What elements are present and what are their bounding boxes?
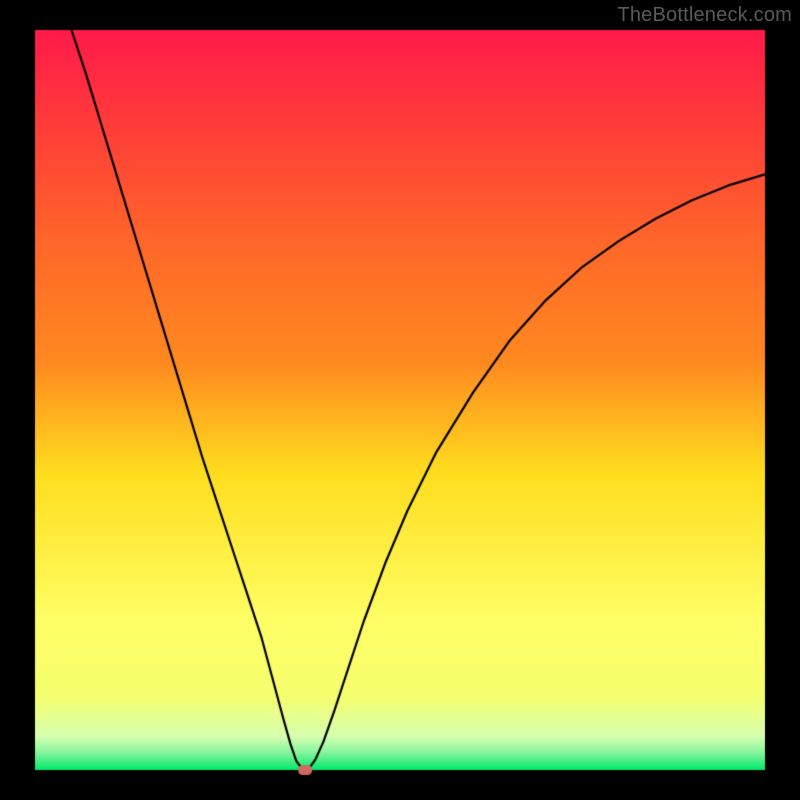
bottleneck-chart-canvas	[0, 0, 800, 800]
chart-container: TheBottleneck.com	[0, 0, 800, 800]
watermark-label: TheBottleneck.com	[617, 4, 792, 27]
